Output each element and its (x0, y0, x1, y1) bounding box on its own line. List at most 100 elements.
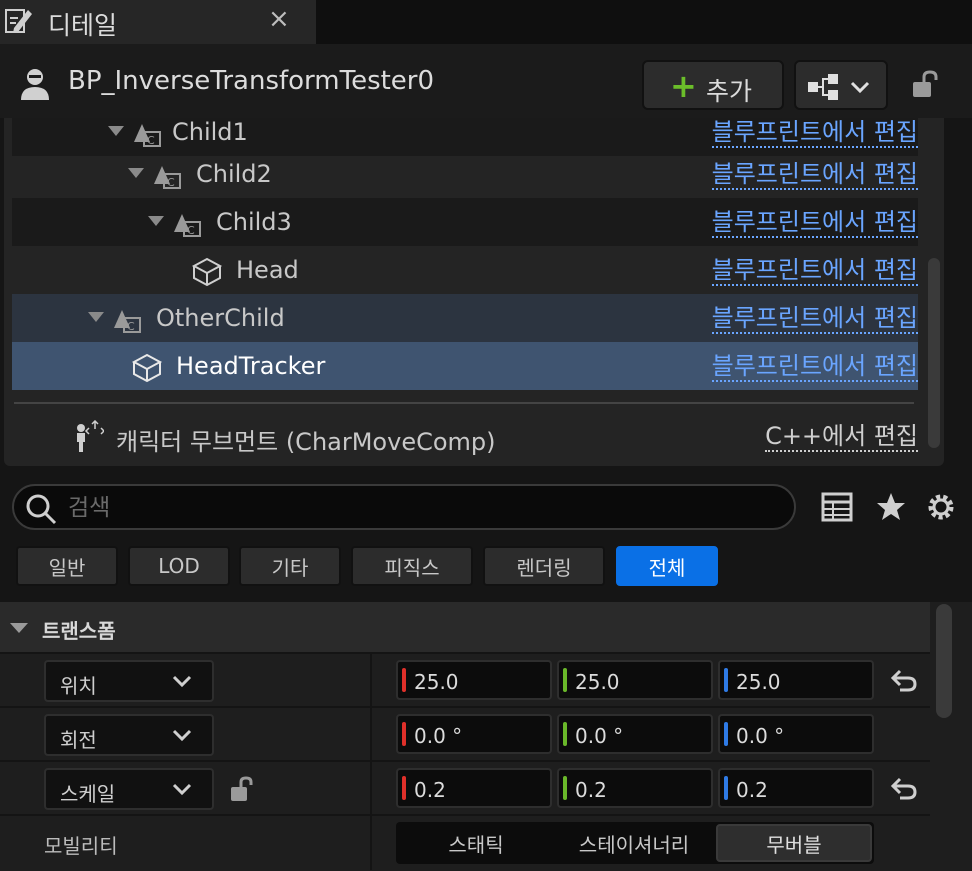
svg-text:C: C (127, 320, 135, 333)
tree-row-label: Head (236, 256, 299, 284)
rotation-y-field[interactable]: 0.0 ° (557, 714, 713, 754)
tree-row-head[interactable]: Head 블루프린트에서 편집 (12, 246, 918, 294)
edit-in-blueprint-link[interactable]: 블루프린트에서 편집 (711, 256, 918, 286)
filter-rendering[interactable]: 렌더링 (483, 546, 605, 586)
column-divider (370, 762, 372, 816)
y-axis-marker (563, 668, 567, 692)
location-x-field[interactable]: 25.0 (396, 660, 552, 700)
plus-icon: + (670, 67, 697, 105)
filter-physics[interactable]: 피직스 (351, 546, 473, 586)
rotation-z-field[interactable]: 0.0 ° (718, 714, 874, 754)
table-view-icon[interactable] (820, 490, 854, 524)
z-axis-marker (724, 722, 728, 746)
expand-arrow-icon[interactable] (148, 216, 164, 226)
scale-x-field[interactable]: 0.2 (396, 768, 552, 808)
details-scrollbar[interactable] (936, 604, 952, 718)
chevron-down-icon (172, 675, 192, 688)
add-button-label: 추가 (706, 77, 753, 106)
tab-title: 디테일 (48, 11, 118, 40)
x-axis-marker (402, 668, 406, 692)
tree-row-label: HeadTracker (176, 352, 326, 380)
expand-arrow-icon[interactable] (128, 168, 144, 178)
scale-z-field[interactable]: 0.2 (718, 768, 874, 808)
reset-arrow-icon[interactable] (890, 776, 918, 802)
blueprint-graph-icon (808, 74, 870, 100)
child-actor-icon: C (134, 124, 161, 147)
rotation-x-field[interactable]: 0.0 ° (396, 714, 552, 754)
static-mesh-cube-icon (191, 257, 223, 287)
character-movement-icon (77, 420, 104, 452)
rotation-z-value: 0.0 ° (736, 724, 785, 748)
rotation-x-value: 0.0 ° (414, 724, 463, 748)
y-axis-marker (563, 776, 567, 800)
expand-arrow-icon[interactable] (88, 312, 104, 322)
search-input[interactable] (68, 492, 768, 524)
search-box[interactable] (12, 484, 796, 530)
svg-text:C: C (167, 176, 175, 189)
rotation-y-value: 0.0 ° (575, 724, 624, 748)
filter-all[interactable]: 전체 (616, 546, 718, 586)
edit-in-blueprint-link[interactable]: 블루프린트에서 편집 (711, 304, 918, 334)
tree-row-child3[interactable]: C Child3 블루프린트에서 편집 (12, 198, 918, 246)
scale-x-value: 0.2 (414, 778, 446, 802)
tree-row-headtracker[interactable]: HeadTracker 블루프린트에서 편집 (12, 342, 918, 390)
tab-bar: 디테일 × (0, 0, 972, 44)
close-icon[interactable]: × (268, 4, 290, 34)
location-y-field[interactable]: 25.0 (557, 660, 713, 700)
actor-name: BP_InverseTransformTester0 (68, 66, 435, 96)
scale-y-field[interactable]: 0.2 (557, 768, 713, 808)
favorite-star-icon[interactable] (874, 490, 908, 524)
location-mode-dropdown[interactable]: 위치 (44, 660, 214, 702)
filter-general[interactable]: 일반 (16, 546, 118, 586)
tree-row-label: Child1 (172, 118, 248, 146)
blueprint-options-button[interactable] (794, 60, 888, 110)
edit-in-blueprint-link[interactable]: 블루프린트에서 편집 (711, 118, 918, 148)
location-label: 위치 (60, 674, 97, 698)
add-component-button[interactable]: + 추가 (642, 60, 784, 110)
collapse-arrow-icon[interactable] (10, 623, 28, 633)
expand-arrow-icon[interactable] (108, 126, 124, 136)
x-axis-marker (402, 776, 406, 800)
column-divider (370, 816, 372, 870)
mobility-movable-option[interactable]: 무버블 (716, 824, 872, 862)
z-axis-marker (724, 668, 728, 692)
scale-y-value: 0.2 (575, 778, 607, 802)
tree-row-label: OtherChild (156, 304, 285, 332)
tree-row-charmovecomp[interactable]: 캐릭터 무브먼트 (CharMoveComp) C++에서 편집 (12, 412, 918, 460)
mobility-segmented-control: 스태틱 스테이셔너리 무버블 (396, 822, 874, 864)
tree-row-child2[interactable]: C Child2 블루프린트에서 편집 (12, 150, 918, 198)
filter-misc[interactable]: 기타 (239, 546, 341, 586)
unlock-icon[interactable] (228, 776, 256, 804)
z-axis-marker (724, 776, 728, 800)
edit-in-blueprint-link[interactable]: 블루프린트에서 편집 (711, 208, 918, 238)
property-row-rotation: 회전 0.0 ° 0.0 ° 0.0 ° (0, 706, 930, 762)
mobility-stationary-option[interactable]: 스테이셔너리 (556, 824, 712, 862)
chevron-down-icon (172, 729, 192, 742)
mobility-static-option[interactable]: 스태틱 (402, 824, 550, 862)
category-title: 트랜스폼 (42, 619, 116, 643)
settings-gear-icon[interactable] (924, 490, 958, 524)
column-divider (370, 654, 372, 708)
location-z-field[interactable]: 25.0 (718, 660, 874, 700)
mobility-label: 모빌리티 (44, 834, 118, 858)
rotation-mode-dropdown[interactable]: 회전 (44, 714, 214, 756)
tab-details[interactable]: 디테일 × (0, 0, 316, 44)
edit-in-cpp-link[interactable]: C++에서 편집 (765, 422, 918, 452)
reset-arrow-icon[interactable] (890, 668, 918, 694)
location-z-value: 25.0 (736, 670, 781, 694)
property-row-mobility: 모빌리티 스태틱 스테이셔너리 무버블 (0, 814, 930, 870)
chevron-down-icon (172, 783, 192, 796)
scale-z-value: 0.2 (736, 778, 768, 802)
pawn-avatar-icon (21, 69, 49, 100)
scale-mode-dropdown[interactable]: 스케일 (44, 768, 214, 810)
category-transform[interactable]: 트랜스폼 (0, 602, 930, 652)
tree-row-otherchild[interactable]: C OtherChild 블루프린트에서 편집 (12, 294, 918, 342)
child-actor-icon: C (114, 310, 141, 333)
rotation-label: 회전 (60, 728, 97, 752)
filter-lod[interactable]: LOD (128, 546, 230, 586)
edit-in-blueprint-link[interactable]: 블루프린트에서 편집 (711, 160, 918, 190)
edit-in-blueprint-link[interactable]: 블루프린트에서 편집 (711, 352, 918, 382)
unlock-icon[interactable] (910, 70, 940, 100)
x-axis-marker (402, 722, 406, 746)
tree-scrollbar[interactable] (928, 258, 940, 448)
